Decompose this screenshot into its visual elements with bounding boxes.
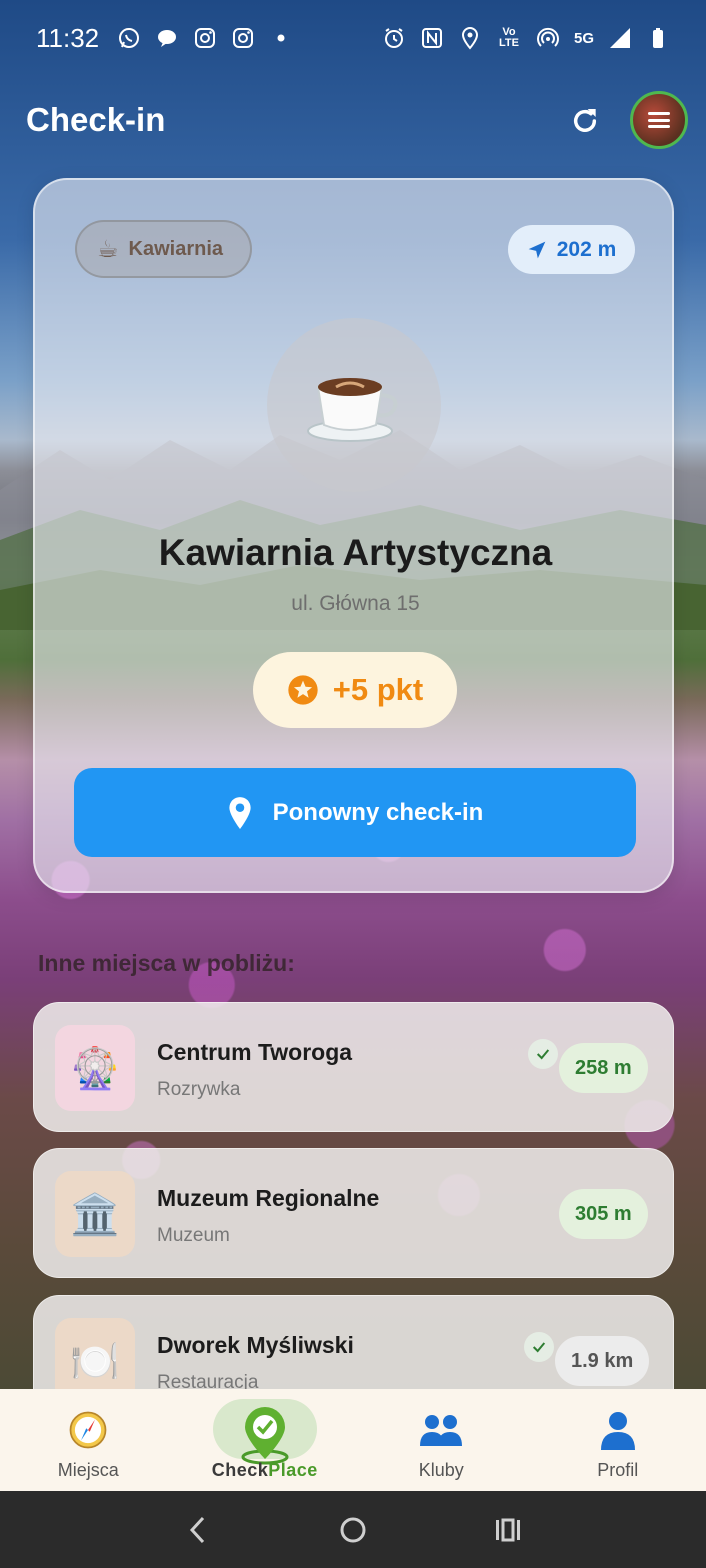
network-type: 5G — [573, 29, 594, 47]
star-icon — [288, 675, 318, 705]
system-icons: Vo LTE 5G — [382, 26, 670, 50]
list-item[interactable]: 🏛️ Muzeum Regionalne Muzeum 305 m — [33, 1148, 674, 1278]
battery-icon — [646, 26, 670, 50]
home-button[interactable] — [333, 1510, 373, 1550]
museum-icon: 🏛️ — [55, 1171, 135, 1257]
refresh-button[interactable] — [562, 98, 608, 144]
chat-icon — [155, 26, 179, 50]
recents-icon — [496, 1518, 521, 1541]
list-item-distance: 1.9 km — [555, 1336, 650, 1386]
nearby-section-title: Inne miejsca w pobliżu: — [38, 950, 295, 976]
place-name: Kawiarnia Artystyczna — [158, 532, 553, 573]
place-address: ul. Główna 15 — [291, 592, 420, 615]
list-item-distance: 258 m — [559, 1043, 648, 1093]
home-circle-icon — [340, 1517, 366, 1542]
list-item-name: Centrum Tworoga — [157, 1039, 353, 1065]
notification-icons — [117, 26, 293, 50]
alarm-icon — [382, 26, 406, 50]
volte-icon: Vo LTE — [499, 26, 519, 49]
recents-button[interactable] — [488, 1510, 528, 1550]
distance-chip: 202 m — [508, 225, 635, 274]
coffee-cup-icon — [307, 378, 398, 442]
list-item[interactable]: 🎡 Centrum Tworoga Rozrywka 258 m — [33, 1002, 674, 1132]
list-item-category: Rozrywka — [157, 1079, 241, 1100]
page-title: Check-in — [26, 101, 166, 138]
compass-icon — [67, 1406, 109, 1454]
checkin-button-label: Ponowny check-in — [272, 798, 484, 826]
hamburger-icon — [648, 112, 670, 128]
place-icon-circle — [267, 318, 441, 492]
distance-value: 202 m — [556, 237, 617, 261]
location-icon — [458, 26, 482, 50]
coffee-icon: ☕ — [97, 235, 119, 263]
status-time: 11:32 — [36, 22, 100, 53]
list-item-name: Muzeum Regionalne — [157, 1185, 380, 1211]
checkplace-logo-text: CheckPlace — [212, 1460, 318, 1481]
dot-icon — [269, 26, 293, 50]
list-item-name: Dworek Myśliwski — [157, 1332, 354, 1358]
nav-label: Profil — [597, 1460, 639, 1480]
nav-miejsca[interactable]: Miejsca — [0, 1389, 177, 1491]
navigation-arrow-icon — [528, 241, 546, 258]
refresh-icon — [573, 109, 597, 132]
person-icon — [599, 1406, 637, 1454]
nav-label: Miejsca — [57, 1460, 119, 1480]
category-chip: ☕ Kawiarnia — [75, 220, 252, 278]
points-badge: +5 pkt — [253, 652, 457, 728]
signal-icon — [608, 26, 632, 50]
list-item-distance: 305 m — [559, 1189, 648, 1239]
app-bar: Check-in — [0, 80, 706, 160]
checked-icon — [528, 1039, 558, 1069]
system-navigation-bar — [0, 1491, 706, 1568]
checkin-button[interactable]: Ponowny check-in — [74, 768, 636, 857]
logo-place: Place — [268, 1460, 318, 1480]
nav-kluby[interactable]: Kluby — [353, 1389, 530, 1491]
category-label: Kawiarnia — [128, 237, 223, 260]
nfc-icon — [420, 26, 444, 50]
current-place-card: ☕ Kawiarnia 202 m Kawiarnia Artystyczna … — [33, 178, 674, 893]
people-icon — [418, 1406, 464, 1454]
logo-check: Check — [211, 1460, 269, 1480]
whatsapp-icon — [117, 26, 141, 50]
instagram-icon — [231, 26, 255, 50]
menu-button[interactable] — [630, 91, 688, 149]
back-chevron-icon — [189, 1516, 204, 1543]
location-pin-icon — [229, 796, 251, 829]
hotspot-icon — [536, 26, 560, 50]
ferris-wheel-icon: 🎡 — [55, 1025, 135, 1111]
instagram-icon — [193, 26, 217, 50]
status-bar: 11:32 Vo LTE 5G — [0, 0, 706, 76]
nav-checkplace[interactable]: CheckPlace — [177, 1389, 354, 1491]
nav-profil[interactable]: Profil — [530, 1389, 706, 1491]
back-button[interactable] — [178, 1510, 218, 1550]
bottom-navigation: Miejsca CheckPlace Kluby Profil — [0, 1389, 706, 1491]
points-value: +5 pkt — [332, 672, 424, 707]
list-item-category: Muzeum — [157, 1225, 230, 1246]
checked-icon — [524, 1332, 554, 1362]
checkplace-logo-icon — [237, 1407, 293, 1465]
nav-label: Kluby — [418, 1460, 464, 1480]
